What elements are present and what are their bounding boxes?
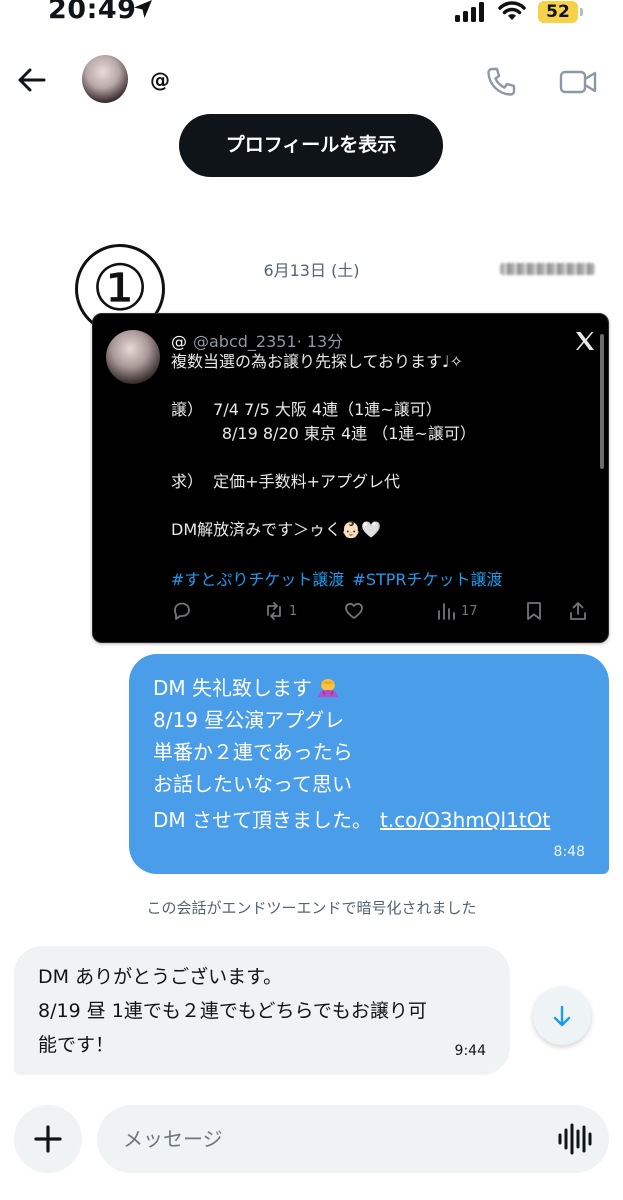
post-author-line: @ @abcd_2351· 13分 [171,328,343,352]
card-scrollbar[interactable] [600,334,604,469]
hashtag-link[interactable]: #STPRチケット譲渡 [352,570,502,589]
views-count: 17 [461,603,478,619]
sent-message-time: 8:48 [553,844,585,860]
received-message-time: 9:44 [454,1043,486,1059]
post-timestamp: · 13分 [296,332,344,351]
contact-avatar[interactable] [82,55,128,103]
add-attachment-button[interactable] [14,1105,82,1173]
received-message-bubble[interactable]: DM ありがとうございます。 8/19 昼 1連でも２連でもどちらでもお譲り可 … [14,946,510,1075]
post-author-avatar[interactable] [106,330,160,384]
reply-icon [174,602,190,620]
hashtag-link[interactable]: #すとぷりチケット譲渡 [171,570,344,589]
encryption-notice: この会話がエンドツーエンドで暗号化されました [146,899,477,917]
repost-count: 1 [289,603,298,619]
voice-message-icon[interactable] [556,1122,592,1156]
analytics-icon [438,603,455,620]
sent-line-text: DM させて頂きました。 [153,808,373,832]
like-button[interactable] [343,598,365,624]
sent-message-line: DM 失礼致します [153,672,340,701]
view-profile-button[interactable]: プロフィールを表示 [179,114,443,177]
sent-message-line: お話したいなって思い [153,772,352,796]
conversation-header: @ [0,40,623,120]
bowing-person-emoji-icon [318,679,339,697]
shared-post-card[interactable]: @ @abcd_2351· 13分 複数当選の為お譲り先探しております♩✧ 譲） … [92,313,609,643]
repost-button[interactable]: 1 [263,598,297,624]
sent-message-line: 単番か２連であったら [153,740,353,764]
sent-line-text: DM 失礼致します [153,676,313,700]
bookmark-button[interactable] [523,598,545,624]
sent-message-line: DM させて頂きました。 t.co/O3hmQl1tOt [153,804,550,833]
blurred-name-redaction [500,263,595,275]
heart-icon [345,602,363,619]
shortened-link[interactable]: t.co/O3hmQl1tOt [380,808,550,832]
received-message-line: DM ありがとうございます。 [38,966,283,988]
contact-name[interactable]: @ [150,68,170,92]
arrow-down-icon [553,1005,571,1027]
repost-icon [267,602,281,620]
received-message-line: 能です！ [38,1034,115,1056]
status-bar: 20:49 52 [0,0,623,32]
post-hashtags: #すとぷりチケット譲渡 #STPRチケット譲渡 [171,566,511,590]
video-call-icon[interactable] [558,66,598,98]
reply-button[interactable] [171,598,193,624]
battery-nub [580,8,583,16]
sent-message-bubble[interactable]: DM 失礼致します 8/19 昼公演アプグレ 単番か２連であったら お話したいな… [129,654,609,874]
views-button[interactable]: 17 [435,598,478,624]
location-arrow-icon [134,0,152,18]
back-arrow-icon[interactable] [14,62,50,98]
scroll-to-bottom-button[interactable] [533,987,591,1045]
message-input[interactable] [97,1105,609,1173]
plus-icon [34,1125,62,1153]
post-action-bar: 1 17 [171,598,601,624]
bookmark-icon [527,602,541,620]
post-text: 複数当選の為お譲り先探しております♩✧ 譲） 7/4 7/5 大阪 4連（1連~… [171,352,476,539]
share-icon [570,602,586,620]
battery-indicator: 52 [538,1,578,23]
status-time: 20:49 [48,0,137,25]
signal-icon [455,2,484,22]
share-button[interactable] [567,598,589,624]
wifi-icon [498,1,526,20]
received-message-line: 8/19 昼 1連でも２連でもどちらでもお譲り可 [38,1000,427,1022]
post-author-name: @ [171,332,187,351]
sent-message-line: 8/19 昼公演アプグレ [153,708,345,732]
post-author-handle: @abcd_2351 [193,332,297,351]
phone-icon[interactable] [483,64,519,100]
